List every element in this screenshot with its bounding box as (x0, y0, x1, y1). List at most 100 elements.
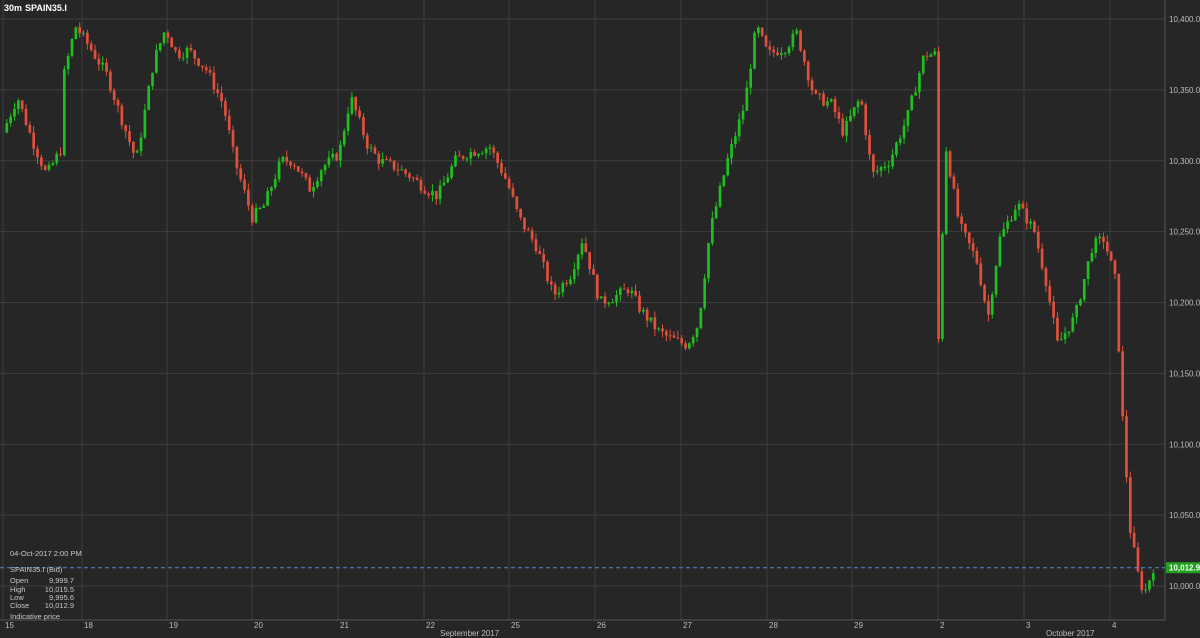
candle-up (66, 55, 70, 70)
candle-down (112, 90, 116, 100)
candle-up (101, 62, 105, 65)
candle-up (47, 164, 51, 170)
candle-down (300, 171, 304, 174)
candle-up (1006, 221, 1009, 229)
candle-up (442, 182, 446, 186)
candle-up (1144, 589, 1147, 591)
candle-down (373, 147, 377, 154)
candle-down (776, 52, 779, 56)
candle-down (588, 252, 591, 270)
x-tick-label: 4 (1112, 621, 1117, 630)
candle-up (469, 152, 473, 159)
candle-down (124, 125, 128, 132)
candle-up (55, 153, 59, 164)
candle-down (492, 147, 496, 153)
candle-down (166, 32, 170, 38)
candle-up (1010, 220, 1013, 222)
candle-up (580, 243, 584, 255)
candle-up (745, 87, 749, 111)
candle-up (615, 295, 618, 302)
candle-down (415, 177, 419, 180)
candle-down (473, 152, 476, 156)
candle-down (20, 100, 24, 109)
candle-up (262, 205, 266, 208)
candle-down (1044, 268, 1048, 287)
candle-up (454, 155, 457, 167)
candle-down (526, 229, 530, 231)
candle-up (1151, 573, 1155, 581)
candle-up (914, 92, 917, 96)
interval-label[interactable]: 30m (4, 3, 22, 13)
candle-up (783, 53, 787, 55)
candle-down (78, 27, 82, 34)
candle-down (584, 243, 588, 253)
candle-up (688, 343, 691, 349)
candle-up (572, 269, 576, 280)
candle-down (120, 105, 124, 126)
candle-down (956, 188, 960, 217)
candle-up (450, 166, 453, 178)
candle-up (941, 234, 944, 339)
last-price-label: 10,012.9 (1169, 564, 1200, 573)
candle-down (810, 80, 814, 91)
candle-up (74, 27, 78, 39)
candle-up (1029, 221, 1032, 224)
candle-down (1140, 571, 1144, 591)
price-chart[interactable]: 10,000.0 10,050.0 10,100.0 10,150.0 10,200.0… (0, 0, 1200, 638)
candle-down (971, 243, 975, 251)
candle-down (178, 50, 181, 58)
candle-down (116, 99, 120, 106)
candle-down (626, 289, 630, 294)
candle-down (983, 285, 986, 301)
candle-down (212, 72, 216, 90)
candle-up (266, 190, 269, 206)
candle-down (948, 151, 952, 177)
candle-up (1067, 331, 1071, 334)
candle-down (772, 49, 776, 53)
candle-down (803, 50, 806, 62)
candle-down (434, 191, 438, 200)
candle-down (519, 208, 522, 218)
candle-up (726, 158, 730, 176)
candle-down (204, 67, 208, 71)
candle-up (151, 72, 154, 87)
candle-up (852, 107, 856, 116)
candle-up (70, 38, 74, 56)
candle-up (557, 292, 561, 295)
x-tick-label: 20 (254, 621, 263, 630)
candle-down (546, 261, 549, 282)
candle-down (208, 70, 212, 73)
candle-down (530, 230, 534, 240)
candle-up (630, 290, 634, 294)
candle-down (411, 177, 415, 179)
candle-up (703, 278, 707, 308)
candle-up (13, 109, 16, 117)
candle-down (427, 193, 430, 196)
candle-down (24, 108, 28, 125)
candle-up (707, 243, 710, 279)
candle-up (51, 163, 55, 165)
symbol-label[interactable]: SPAIN35.I (25, 3, 67, 13)
y-tick-label: 10,300.0 (1169, 157, 1200, 166)
candle-up (16, 100, 20, 110)
candle-down (937, 51, 940, 339)
candle-up (695, 328, 699, 338)
candle-up (1002, 228, 1006, 237)
candle-up (910, 95, 914, 111)
info-note: Indicative price (10, 612, 60, 621)
candle-down (216, 89, 220, 93)
candle-up (791, 33, 795, 48)
candle-down (638, 295, 641, 312)
candle-up (787, 47, 791, 54)
candle-up (323, 165, 327, 171)
chart-svg: 10,000.0 10,050.0 10,100.0 10,150.0 10,200.0… (0, 0, 1200, 638)
candle-up (327, 157, 331, 166)
candle-up (1148, 580, 1151, 590)
candle-down (622, 288, 626, 290)
candle-down (304, 173, 308, 178)
candle-down (768, 46, 772, 50)
candle-up (316, 181, 319, 188)
y-tick-label: 10,000.0 (1169, 582, 1200, 591)
candle-up (691, 337, 695, 344)
candle-down (43, 165, 47, 170)
